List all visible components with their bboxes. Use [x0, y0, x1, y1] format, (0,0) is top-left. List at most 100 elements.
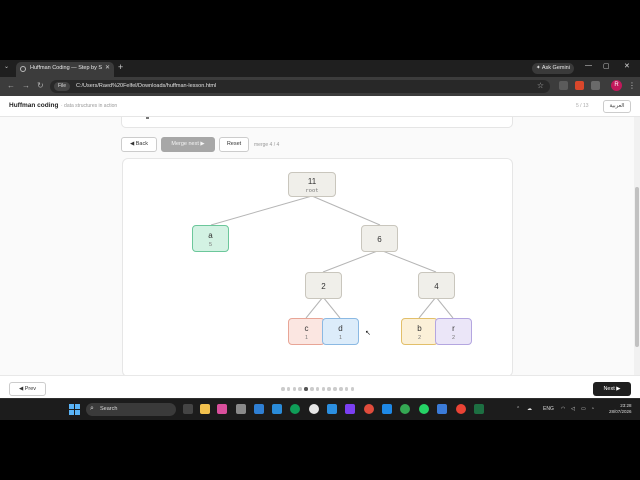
volume-icon[interactable]: ◁ — [571, 406, 575, 412]
app-circle-icon[interactable] — [309, 404, 319, 414]
back-button[interactable]: ◀ Back — [121, 137, 157, 152]
step-dot-5[interactable] — [304, 387, 308, 391]
tree-leaf-b[interactable]: b 2 — [401, 318, 438, 345]
step-dot-10[interactable] — [333, 387, 337, 391]
edge-root-6 — [311, 195, 381, 226]
tree-node-6[interactable]: 6 — [361, 225, 398, 252]
previous-card-edge — [121, 117, 513, 128]
tree-node-4[interactable]: 4 — [418, 272, 455, 299]
tree-leaf-r[interactable]: r 2 — [435, 318, 472, 345]
clock-date: 28/07/2026 — [609, 409, 632, 414]
copilot-icon[interactable] — [217, 404, 227, 414]
file-explorer-icon[interactable] — [200, 404, 210, 414]
maximize-icon[interactable]: ▢ — [603, 62, 610, 70]
clipped-text-fragment — [146, 117, 149, 119]
scrollbar-thumb[interactable] — [635, 187, 639, 347]
step-dot-6[interactable] — [310, 387, 314, 391]
battery-icon[interactable]: ▭ — [581, 406, 586, 412]
node-value: 4 — [434, 282, 439, 291]
back-arrow-icon[interactable]: ← — [7, 81, 15, 90]
edge-6-2 — [322, 249, 381, 273]
leaf-freq: 1 — [304, 335, 309, 341]
tree-leaf-c[interactable]: c 1 — [288, 318, 325, 345]
huffman-tree-card: 11 root 6 2 4 a 5 c 1 d 1 b 2 r 2 — [122, 158, 513, 377]
window-close-icon[interactable]: ✕ — [624, 62, 630, 70]
chrome-profile-icon[interactable] — [400, 404, 410, 414]
system-clock[interactable]: 23:28 28/07/2026 — [609, 403, 632, 415]
app-title: Huffman coding — [9, 102, 59, 109]
leaf-freq: 2 — [451, 335, 456, 341]
extension-icon[interactable] — [559, 81, 568, 90]
edge-4-r — [435, 296, 454, 319]
photos-icon[interactable] — [272, 404, 282, 414]
edge-2-d — [322, 296, 341, 319]
next-button[interactable]: Next ▶ — [593, 382, 631, 396]
step-dot-4[interactable] — [298, 387, 302, 391]
vscode-icon[interactable] — [382, 404, 392, 414]
cloud-icon[interactable]: ☁ — [527, 406, 532, 412]
tray-chevron-icon[interactable]: ⌃ — [516, 406, 520, 412]
taskbar-search[interactable]: ⌕ Search — [86, 403, 176, 416]
leaf-freq: 1 — [338, 335, 343, 341]
leaf-char: r — [452, 324, 455, 333]
merge-next-button[interactable]: Merge next ▶ — [161, 137, 215, 152]
wifi-icon[interactable]: ◠ — [561, 406, 565, 412]
language-toggle-button[interactable]: العربية — [603, 100, 631, 113]
tree-leaf-d[interactable]: d 1 — [322, 318, 359, 345]
new-tab-plus-icon[interactable]: + — [118, 62, 123, 72]
tab-search-chevron-icon[interactable]: ⌄ — [4, 63, 9, 70]
browser-menu-icon[interactable]: ⋮ — [628, 81, 636, 90]
reload-icon[interactable]: ↻ — [37, 81, 44, 90]
app-icon[interactable] — [236, 404, 246, 414]
mail-icon[interactable] — [254, 404, 264, 414]
browser-tab[interactable]: Huffman Coding — Step by St ✕ — [16, 62, 114, 77]
extension-shield-icon[interactable] — [575, 81, 584, 90]
ask-gemini-button[interactable]: ✦ Ask Gemini — [532, 63, 574, 74]
notes-icon[interactable] — [437, 404, 447, 414]
profile-avatar[interactable]: R — [611, 80, 622, 91]
step-dot-1[interactable] — [281, 387, 285, 391]
file-chip[interactable]: File — [54, 82, 71, 91]
step-dot-8[interactable] — [321, 387, 326, 391]
edge-icon[interactable] — [290, 404, 300, 414]
step-dot-11[interactable] — [339, 387, 343, 391]
tab-close-icon[interactable]: ✕ — [105, 64, 110, 71]
step-dot-7[interactable] — [315, 387, 320, 391]
tree-node-2[interactable]: 2 — [305, 272, 342, 299]
step-counter: 5 / 13 — [576, 103, 589, 109]
node-value: 2 — [321, 282, 326, 291]
prev-button[interactable]: ◀ Prev — [9, 382, 46, 396]
address-bar[interactable]: File C:/Users/Raed%20Felfel/Downloads/hu… — [50, 80, 550, 93]
input-language[interactable]: ENG — [543, 406, 554, 412]
lesson-footer: ◀ Prev Next ▶ — [0, 375, 640, 398]
step-dot-3[interactable] — [292, 387, 297, 391]
minimize-icon[interactable]: — — [585, 62, 592, 69]
browser-toolbar: ← → ↻ File C:/Users/Raed%20Felfel/Downlo… — [0, 77, 640, 96]
visual-studio-icon[interactable] — [345, 404, 355, 414]
chrome-active-icon[interactable] — [456, 404, 466, 414]
bookmark-star-icon[interactable]: ☆ — [537, 81, 544, 90]
todo-check-icon[interactable] — [327, 404, 337, 414]
extensions-puzzle-icon[interactable] — [591, 81, 600, 90]
chrome-icon[interactable] — [364, 404, 374, 414]
leaf-char: b — [417, 324, 422, 333]
tree-node-root[interactable]: 11 root — [288, 172, 336, 197]
step-dot-2[interactable] — [286, 387, 291, 391]
reset-button[interactable]: Reset — [219, 137, 249, 152]
excel-icon[interactable] — [474, 404, 484, 414]
step-dot-9[interactable] — [327, 387, 331, 391]
leaf-char: d — [338, 324, 343, 333]
notification-icon[interactable]: ◔ — [591, 406, 594, 412]
step-dot-12[interactable] — [344, 387, 349, 391]
windows-start-icon[interactable] — [69, 404, 80, 415]
search-icon: ⌕ — [90, 405, 94, 412]
task-view-icon[interactable] — [183, 404, 193, 414]
page-scrollbar[interactable] — [634, 117, 640, 375]
tree-leaf-a[interactable]: a 5 — [192, 225, 229, 252]
step-dot-13[interactable] — [350, 387, 355, 391]
node-value: 6 — [377, 235, 382, 244]
forward-arrow-icon[interactable]: → — [22, 81, 30, 90]
leaf-char: a — [208, 231, 213, 240]
tab-favicon-icon — [20, 66, 26, 72]
whatsapp-icon[interactable] — [419, 404, 429, 414]
